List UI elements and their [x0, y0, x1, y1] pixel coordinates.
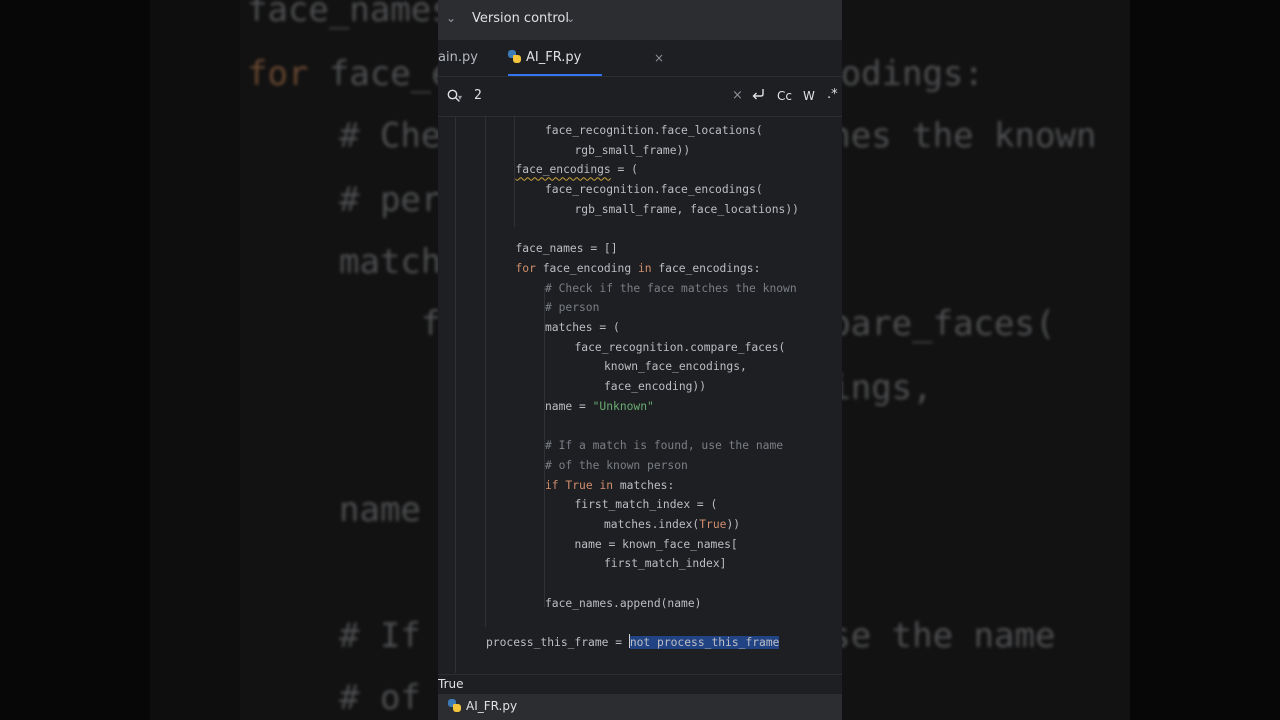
code-token: in [599, 478, 614, 492]
close-icon[interactable]: × [654, 40, 664, 76]
code-line[interactable]: # Check if the face matches the known [545, 279, 797, 299]
code-editor[interactable]: face_recognition.face_locations( rgb_smal… [438, 117, 842, 673]
code-token: first_match_index = ( [574, 498, 718, 512]
code-token: for [515, 261, 536, 275]
code-token: # If a match is found, use the name [545, 439, 784, 453]
code-token: known_face_encodings, [604, 360, 747, 374]
code-line[interactable]: face_encodings = ( [516, 160, 638, 180]
code-token: if [545, 478, 559, 492]
search-history-chevron-icon[interactable]: ▾ [458, 93, 462, 102]
code-token: process_this_frame = [486, 636, 629, 650]
code-line[interactable]: rgb_small_frame)) [575, 141, 691, 161]
code-line[interactable]: if True in matches: [545, 476, 674, 496]
code-token: matches: [613, 478, 675, 492]
tab-main-py[interactable]: ain.py [438, 40, 478, 76]
code-line[interactable]: name = known_face_names[ [575, 535, 738, 555]
code-token: matches.index( [604, 518, 700, 531]
python-file-icon [508, 50, 521, 63]
code-line[interactable]: face_recognition.face_locations( [545, 121, 763, 141]
code-token: = ( [610, 163, 638, 177]
code-line[interactable]: face_recognition.face_encodings( [545, 180, 763, 200]
code-token: face_recognition.compare_faces( [574, 340, 786, 354]
python-file-icon [448, 699, 461, 712]
search-input[interactable]: 2 [474, 88, 482, 103]
code-line[interactable]: face_names.append(name) [545, 594, 701, 614]
status-file-breadcrumb[interactable]: AI_FR.py [448, 699, 517, 713]
whole-words-toggle[interactable]: W [803, 89, 815, 103]
code-line[interactable]: matches.index(True)) [604, 515, 740, 535]
code-line[interactable]: # person [545, 298, 599, 318]
code-line[interactable]: matches = ( [545, 318, 620, 338]
indent-guide [485, 117, 486, 627]
code-token: "Unknown" [592, 399, 654, 413]
code-line[interactable]: # of the known person [545, 456, 688, 476]
code-token: # Check if the face matches the known [545, 281, 797, 295]
code-token: face_encoding [535, 261, 638, 275]
ide-window: ⌄ Version control ⌄ ain.py AI_FR.py × ▾ … [438, 0, 842, 720]
code-line[interactable]: for face_encoding in face_encodings: [516, 259, 761, 279]
background-code-line: name [339, 490, 421, 530]
code-token: in [637, 261, 652, 275]
chevron-down-icon[interactable]: ⌄ [566, 12, 575, 25]
value-hint-bar: True [438, 674, 842, 695]
code-token: first_match_index] [604, 557, 727, 571]
status-file-label: AI_FR.py [466, 699, 518, 713]
code-token: rgb_small_frame)) [574, 143, 691, 157]
code-line[interactable]: rgb_small_frame, face_locations)) [575, 200, 799, 220]
tab-label: ain.py [438, 50, 478, 65]
code-line[interactable]: face_names = [] [516, 239, 618, 259]
editor-tabs: ain.py AI_FR.py × [438, 40, 842, 77]
code-line[interactable]: face_recognition.compare_faces( [575, 338, 786, 358]
selected-text: not process_this_frame [629, 636, 780, 650]
code-line[interactable]: process_this_frame = not process_this_fr… [486, 633, 780, 653]
code-token: face_recognition.face_locations( [545, 124, 763, 137]
main-menu-chevron-icon[interactable]: ⌄ [446, 11, 456, 25]
code-token: )) [726, 518, 741, 531]
code-line[interactable]: known_face_encodings, [604, 357, 747, 377]
code-token: rgb_small_frame, face_locations)) [574, 202, 799, 216]
code-line[interactable]: face_encoding)) [604, 377, 706, 397]
code-token: True [699, 518, 727, 531]
code-token: # person [545, 301, 600, 315]
version-control-menu[interactable]: Version control [472, 11, 569, 26]
code-line[interactable]: name = "Unknown" [545, 397, 654, 417]
code-token: name = known_face_names[ [574, 537, 738, 551]
code-line[interactable]: first_match_index] [604, 554, 726, 574]
code-line[interactable]: # If a match is found, use the name [545, 436, 783, 456]
tab-label: AI_FR.py [526, 50, 582, 65]
regex-toggle[interactable]: .* [827, 87, 838, 102]
code-token: True [565, 478, 593, 492]
indent-guide [455, 117, 456, 673]
tab-ai-fr-py[interactable]: AI_FR.py × [508, 40, 664, 76]
code-token: matches = ( [545, 321, 620, 334]
code-token: # of the known person [545, 458, 688, 472]
value-hint: True [438, 677, 464, 691]
main-toolbar: ⌄ Version control ⌄ [438, 0, 842, 40]
match-case-toggle[interactable]: Cc [777, 89, 792, 103]
code-token: face_encodings: [651, 261, 761, 275]
code-token: face_encoding)) [604, 380, 707, 394]
code-token: face_names = [] [515, 242, 618, 256]
code-token: name = [545, 399, 593, 413]
code-token: face_names.append(name) [545, 596, 702, 610]
status-bar: AI_FR.py [438, 694, 842, 720]
new-line-icon[interactable] [750, 86, 766, 102]
code-line[interactable]: first_match_index = ( [575, 495, 718, 515]
code-token: face_recognition.face_encodings( [545, 183, 763, 197]
code-token: face_encodings [515, 163, 611, 177]
clear-search-icon[interactable]: × [732, 88, 743, 103]
find-bar: ▾ 2 × Cc W .* [438, 77, 842, 117]
